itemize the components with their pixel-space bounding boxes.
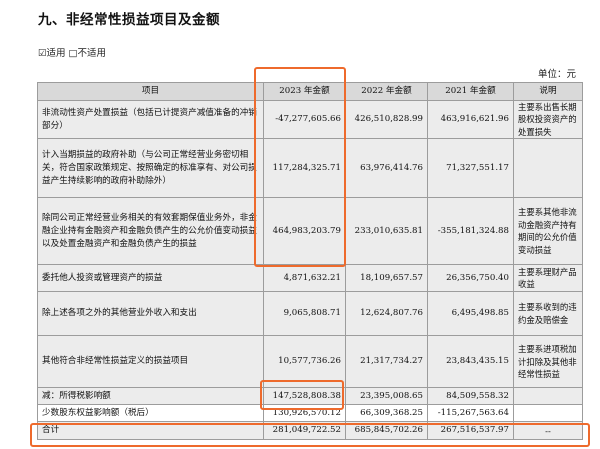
total-2022: 685,845,702.26 xyxy=(345,421,428,441)
row-note: 主要系收到的违约金及赔偿金 xyxy=(513,291,583,337)
table-row: 减：所得税影响额 147,528,808.38 23,395,008.65 84… xyxy=(37,387,583,406)
table-row: 除上述各项之外的其他营业外收入和支出 9,065,808.71 12,624,8… xyxy=(37,291,583,337)
table-row: 其他符合非经常性损益定义的损益项目 10,577,736.26 21,317,7… xyxy=(37,335,583,389)
header-2023: 2023 年金额 xyxy=(263,82,346,101)
row-item: 除同公司正常经营业务相关的有效套期保值业务外，非金融企业持有金融资产和金融负债产… xyxy=(37,197,264,266)
total-2021: 267,516,537.97 xyxy=(427,421,514,441)
row-2021: 26,356,750.40 xyxy=(427,264,514,293)
row-item: 少数股东权益影响额（税后） xyxy=(37,404,264,423)
table-row: 除同公司正常经营业务相关的有效套期保值业务外，非金融企业持有金融资产和金融负债产… xyxy=(37,197,583,266)
row-2023: 130,926,570.12 xyxy=(263,404,346,423)
non-recurring-gains-table: 项目 2023 年金额 2022 年金额 2021 年金额 说明 非流动性资产处… xyxy=(37,82,583,441)
row-2023: 147,528,808.38 xyxy=(263,387,346,406)
row-item: 减：所得税影响额 xyxy=(37,387,264,406)
row-item: 其他符合非经常性损益定义的损益项目 xyxy=(37,335,264,389)
row-2022: 233,010,635.81 xyxy=(345,197,428,266)
row-item: 委托他人投资或管理资产的损益 xyxy=(37,264,264,293)
row-note: 主要系出售长期股权投资资产的处置损失 xyxy=(513,99,583,140)
row-2022: 66,309,368.25 xyxy=(345,404,428,423)
table-row: 委托他人投资或管理资产的损益 4,871,632.21 18,109,657.5… xyxy=(37,264,583,293)
row-2021: 84,509,558.32 xyxy=(427,387,514,406)
row-2021: 71,327,551.17 xyxy=(427,138,514,199)
unit-label: 单位：元 xyxy=(537,69,576,80)
row-2022: 18,109,657.57 xyxy=(345,264,428,293)
row-2021: -115,267,563.64 xyxy=(427,404,514,423)
header-note: 说明 xyxy=(513,82,583,101)
row-2023: 9,065,808.71 xyxy=(263,291,346,337)
table-header-row: 项目 2023 年金额 2022 年金额 2021 年金额 说明 xyxy=(37,82,583,101)
total-2023: 281,049,722.52 xyxy=(263,421,346,441)
row-2021: 23,843,435.15 xyxy=(427,335,514,389)
row-item: 计入当期损益的政府补助（与公司正常经营业务密切相关，符合国家政策规定、按照确定的… xyxy=(37,138,264,199)
section-heading: 九、非经常性损益项目及金额 xyxy=(38,12,220,28)
row-note xyxy=(513,138,583,199)
row-2021: 6,495,498.85 xyxy=(427,291,514,337)
row-2021: -355,181,324.88 xyxy=(427,197,514,266)
applicable-checkbox-line: ☑适用 □不适用 xyxy=(38,48,107,59)
table-row: 计入当期损益的政府补助（与公司正常经营业务密切相关，符合国家政策规定、按照确定的… xyxy=(37,138,583,199)
row-2023: 117,284,325.71 xyxy=(263,138,346,199)
row-note: 主要系进项税加计扣除及其他非经常性损益 xyxy=(513,335,583,389)
row-2022: 63,976,414.76 xyxy=(345,138,428,199)
row-2022: 23,395,008.65 xyxy=(345,387,428,406)
row-note: 主要系其他非流动金融资产持有期间的公允价值变动损益 xyxy=(513,197,583,266)
row-note: 主要系理财产品收益 xyxy=(513,264,583,293)
total-note: -- xyxy=(513,421,583,441)
table-row: 非流动性资产处置损益（包括已计提资产减值准备的冲销部分） -47,277,605… xyxy=(37,99,583,140)
row-item: 除上述各项之外的其他营业外收入和支出 xyxy=(37,291,264,337)
total-label: 合计 xyxy=(37,421,264,441)
row-2023: 4,871,632.21 xyxy=(263,264,346,293)
table-total-row: 合计 281,049,722.52 685,845,702.26 267,516… xyxy=(37,421,583,441)
row-2022: 426,510,828.99 xyxy=(345,99,428,140)
row-2023: -47,277,605.66 xyxy=(263,99,346,140)
row-2022: 12,624,807.76 xyxy=(345,291,428,337)
header-item: 项目 xyxy=(37,82,264,101)
row-item: 非流动性资产处置损益（包括已计提资产减值准备的冲销部分） xyxy=(37,99,264,140)
row-note xyxy=(513,404,583,423)
row-2022: 21,317,734.27 xyxy=(345,335,428,389)
row-2023: 464,983,203.79 xyxy=(263,197,346,266)
row-note xyxy=(513,387,583,406)
header-2022: 2022 年金额 xyxy=(345,82,428,101)
row-2021: 463,916,621.96 xyxy=(427,99,514,140)
row-2023: 10,577,736.26 xyxy=(263,335,346,389)
header-2021: 2021 年金额 xyxy=(427,82,514,101)
table-row: 少数股东权益影响额（税后） 130,926,570.12 66,309,368.… xyxy=(37,404,583,423)
